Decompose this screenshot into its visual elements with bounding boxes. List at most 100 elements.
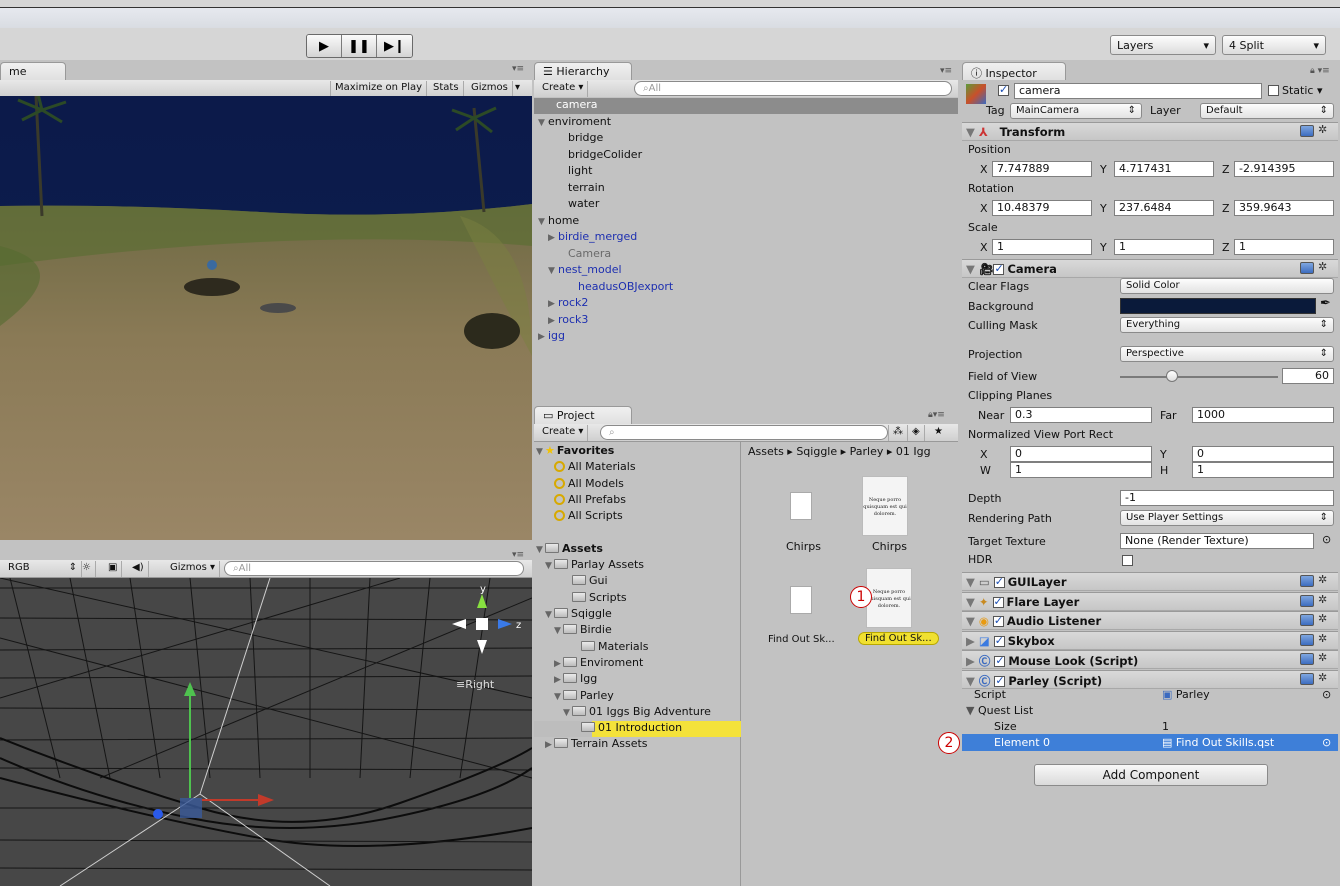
chevron-down-icon[interactable]: ▼	[966, 674, 979, 688]
chevron-right-icon[interactable]: ▶	[548, 316, 558, 326]
project-search-input[interactable]: ⌕	[600, 425, 888, 440]
filter-label-icon[interactable]: ◈	[908, 425, 925, 441]
object-picker-icon[interactable]: ⊙	[1322, 736, 1331, 749]
static-toggle[interactable]: Static ▾	[1268, 84, 1322, 97]
hierarchy-search-input[interactable]: ⌕All	[634, 81, 952, 96]
favorite-star-icon[interactable]: ★	[930, 425, 947, 441]
chevron-down-icon[interactable]: ▼	[545, 561, 554, 571]
scale-z-field[interactable]: 1	[1234, 239, 1334, 255]
reference-icon[interactable]	[1300, 125, 1314, 137]
hierarchy-item[interactable]: ▶ rock2	[534, 296, 958, 312]
clear-flags-dropdown[interactable]: Solid Color	[1120, 278, 1334, 294]
reference-icon[interactable]	[1300, 633, 1314, 646]
project-tree-item[interactable]: All Scripts	[534, 509, 741, 525]
tab-project[interactable]: ▭ Project	[534, 406, 632, 426]
gear-icon[interactable]: ✲	[1318, 123, 1327, 136]
tag-dropdown[interactable]: MainCamera ⇕	[1010, 103, 1142, 119]
component-header[interactable]: ▶ Ⓒ Mouse Look (Script)	[962, 650, 1338, 669]
gear-icon[interactable]: ✲	[1318, 612, 1327, 625]
target-texture-field[interactable]: None (Render Texture)	[1120, 533, 1314, 549]
hierarchy-item[interactable]: headusOBJexport	[534, 280, 958, 296]
chevron-right-icon[interactable]: ▶	[548, 233, 558, 243]
chevron-down-icon[interactable]: ▾	[511, 81, 524, 97]
render-mode-dropdown[interactable]: RGB ⇕	[4, 561, 83, 577]
pause-button[interactable]: ❚❚	[342, 35, 377, 57]
viewport-x-field[interactable]: 0	[1010, 446, 1152, 462]
gear-icon[interactable]: ✲	[1318, 573, 1327, 586]
stats-button[interactable]: Stats	[429, 81, 464, 97]
project-tree-item[interactable]: All Materials	[534, 460, 741, 476]
panel-menu-icon[interactable]: ▾≡	[512, 64, 524, 74]
project-tree-item[interactable]: ▼ ★ Favorites	[534, 444, 741, 460]
fov-field[interactable]: 60	[1282, 368, 1334, 384]
chevron-right-icon[interactable]: ▶	[966, 634, 979, 648]
chevron-down-icon[interactable]: ▼	[545, 610, 554, 620]
speaker-icon[interactable]: ◀)	[128, 561, 149, 577]
viewport-y-field[interactable]: 0	[1192, 446, 1334, 462]
tab-hierarchy[interactable]: ☰ Hierarchy	[534, 62, 632, 82]
hierarchy-item[interactable]: Camera	[534, 247, 958, 263]
hierarchy-item[interactable]: ▶ rock3	[534, 313, 958, 329]
component-enabled-checkbox[interactable]	[993, 634, 1005, 647]
hierarchy-item[interactable]: ▶ igg	[534, 329, 958, 345]
gear-icon[interactable]: ✲	[1318, 593, 1327, 606]
component-enabled-checkbox[interactable]	[994, 654, 1006, 667]
project-tree-item[interactable]: All Prefabs	[534, 493, 741, 509]
reference-icon[interactable]	[1300, 614, 1314, 626]
project-tree-item[interactable]: ▶ Enviroment	[534, 656, 741, 672]
rotation-z-field[interactable]: 359.9643	[1234, 200, 1334, 216]
hierarchy-item[interactable]: water	[534, 197, 958, 213]
project-tree-item[interactable]: 01 Introduction	[534, 721, 741, 738]
background-color-swatch[interactable]	[1120, 298, 1316, 314]
viewport-h-field[interactable]: 1	[1192, 462, 1334, 478]
file-label-selected[interactable]: Find Out Sk...	[858, 632, 939, 645]
lock-icon[interactable]: 🔒︎▾≡	[928, 410, 945, 420]
chevron-right-icon[interactable]: ▶	[548, 299, 558, 309]
step-button[interactable]: ▶❙	[377, 35, 412, 57]
hierarchy-item[interactable]: ▶ birdie_merged	[534, 230, 958, 246]
component-header[interactable]: ▼ ◉ Audio Listener	[962, 611, 1338, 630]
component-header[interactable]: ▼ Ⓒ Parley (Script)	[962, 669, 1338, 689]
position-y-field[interactable]: 4.717431	[1114, 161, 1214, 177]
component-enabled-checkbox[interactable]	[992, 614, 1004, 627]
hierarchy-item[interactable]: camera	[534, 98, 958, 114]
chevron-down-icon[interactable]: ▼	[966, 575, 979, 589]
projection-dropdown[interactable]: Perspective ⇕	[1120, 346, 1334, 362]
project-tree-item[interactable]: Materials	[534, 640, 741, 656]
chevron-down-icon[interactable]: ▼	[538, 118, 548, 128]
project-tree-item[interactable]: All Models	[534, 477, 741, 493]
chevron-down-icon[interactable]: ▼	[536, 545, 545, 555]
position-x-field[interactable]: 7.747889	[992, 161, 1092, 177]
reference-icon[interactable]	[1300, 653, 1314, 665]
gear-icon[interactable]: ✲	[1318, 671, 1327, 684]
file-label[interactable]: Chirps	[872, 540, 907, 553]
sun-icon[interactable]: ☼	[78, 561, 96, 577]
project-tree-item[interactable]: Scripts	[534, 591, 741, 607]
game-viewport[interactable]	[0, 96, 532, 540]
object-name-field[interactable]: camera	[1014, 83, 1262, 99]
viewport-w-field[interactable]: 1	[1010, 462, 1152, 478]
add-component-button[interactable]: Add Component	[1034, 764, 1268, 786]
rendering-path-dropdown[interactable]: Use Player Settings ⇕	[1120, 510, 1334, 526]
reference-icon[interactable]	[1300, 594, 1314, 607]
scale-x-field[interactable]: 1	[992, 239, 1092, 255]
hierarchy-item[interactable]: terrain	[534, 181, 958, 197]
chevron-right-icon[interactable]: ▶	[554, 675, 563, 685]
culling-mask-dropdown[interactable]: Everything ⇕	[1120, 317, 1334, 333]
depth-field[interactable]: -1	[1120, 490, 1334, 506]
file-label[interactable]: Find Out Sk...	[768, 634, 835, 645]
project-tree-item[interactable]: ▼ Birdie	[534, 623, 741, 639]
project-tree-item[interactable]: ▼ Parlay Assets	[534, 558, 741, 574]
quest-list-foldout[interactable]: ▼ Quest List	[966, 704, 1033, 717]
project-tree-item[interactable]: ▶ Igg	[534, 672, 741, 688]
component-enabled-checkbox[interactable]	[993, 575, 1005, 588]
hierarchy-item[interactable]: bridgeColider	[534, 148, 958, 164]
component-enabled-checkbox[interactable]	[994, 674, 1006, 687]
hierarchy-item[interactable]: light	[534, 164, 958, 180]
maximize-on-play-button[interactable]: Maximize on Play	[330, 81, 428, 97]
project-tree-item[interactable]: ▼ 01 Iggs Big Adventure	[534, 705, 741, 721]
layers-dropdown[interactable]: Layers ▾	[1110, 35, 1216, 55]
fov-slider-track[interactable]	[1120, 376, 1278, 378]
project-tree-item[interactable]: ▼ Assets	[534, 542, 741, 558]
chevron-right-icon[interactable]: ▶	[966, 654, 979, 668]
